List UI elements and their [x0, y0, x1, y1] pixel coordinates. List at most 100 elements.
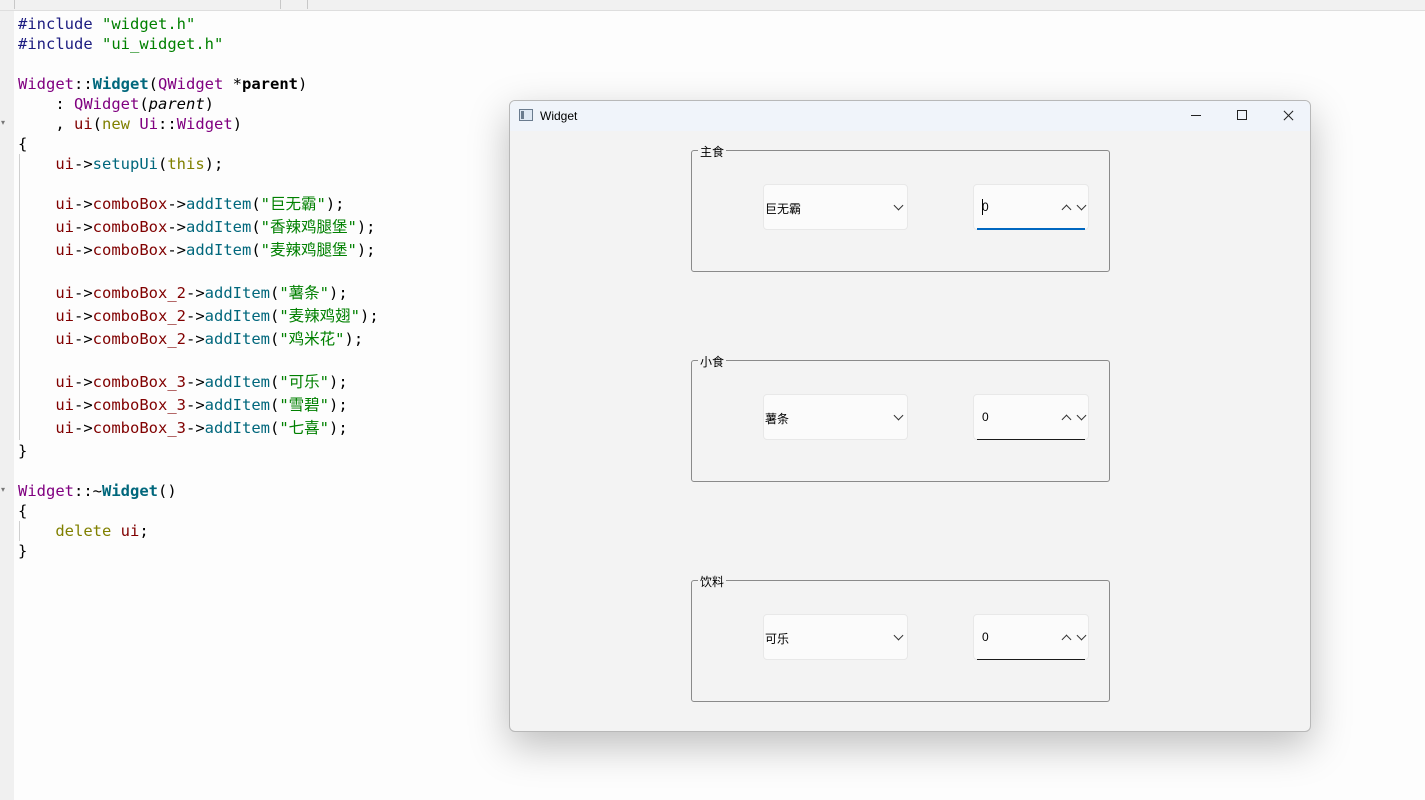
code-token: :	[18, 95, 74, 113]
code-token: comboBox	[92, 218, 168, 236]
code-token: (	[270, 373, 280, 391]
code-token: new	[102, 115, 131, 133]
code-token: ui	[55, 195, 74, 213]
code-line: {	[18, 134, 27, 154]
tab-divider	[14, 0, 15, 9]
group-title: 饮料	[698, 573, 727, 590]
code-token: ui	[55, 241, 74, 259]
code-line: {	[18, 501, 27, 521]
code-token: Widget	[176, 115, 233, 133]
code-token: #include	[18, 35, 102, 53]
group-drink: 饮料 可乐 0	[691, 573, 1110, 702]
code-token: );	[204, 155, 224, 173]
code-token: "widget.h"	[102, 15, 196, 33]
code-token: addItem	[204, 396, 270, 414]
code-token: );	[344, 330, 364, 348]
spin-value: 0	[982, 630, 989, 644]
code-line: #include "ui_widget.h"	[18, 34, 223, 54]
group-staple-food: 主食 巨无霸 0	[691, 143, 1110, 272]
code-token: )	[232, 115, 243, 133]
window-titlebar[interactable]: Widget	[510, 101, 1310, 131]
code-token: "香辣鸡腿堡"	[260, 218, 357, 236]
code-token: ::	[74, 75, 93, 93]
code-token: ->	[74, 307, 93, 325]
code-token: );	[356, 218, 376, 236]
focus-underline	[977, 228, 1085, 230]
text-caret	[982, 199, 983, 215]
code-token: );	[329, 284, 348, 302]
fold-marker-icon[interactable]: ▾	[1, 485, 5, 494]
code-token: *	[223, 75, 243, 93]
chevron-up-icon[interactable]	[1061, 204, 1072, 215]
code-token: addItem	[186, 195, 252, 213]
code-token: ::~	[74, 482, 102, 500]
code-line: ui->comboBox_3->addItem("七喜");	[18, 418, 348, 438]
code-token: Widget	[18, 482, 74, 500]
close-button[interactable]	[1265, 101, 1310, 131]
code-token: )	[298, 75, 308, 93]
code-token: comboBox_2	[92, 330, 186, 348]
code-token: parent	[148, 95, 205, 113]
code-token: (	[251, 241, 261, 259]
code-token: "鸡米花"	[279, 330, 345, 348]
group-title: 小食	[698, 353, 727, 370]
code-token: );	[329, 419, 348, 437]
chevron-down-icon[interactable]	[1076, 630, 1087, 641]
spin-box-staple[interactable]: 0	[973, 184, 1089, 230]
combo-box-staple[interactable]: 巨无霸	[763, 184, 908, 230]
code-line: ui->comboBox_2->addItem("薯条");	[18, 283, 348, 303]
code-token: comboBox_2	[92, 307, 186, 325]
maximize-button[interactable]	[1219, 101, 1265, 131]
code-token: );	[329, 373, 348, 391]
combo-box-snack[interactable]: 薯条	[763, 394, 908, 440]
code-token: parent	[242, 75, 299, 93]
code-token: "麦辣鸡腿堡"	[260, 241, 357, 259]
code-token: Widget	[18, 75, 74, 93]
code-line: ui->comboBox_3->addItem("雪碧");	[18, 395, 347, 415]
code-token: ->	[74, 419, 93, 437]
spin-box-drink[interactable]: 0	[973, 614, 1089, 660]
code-token: this	[167, 155, 205, 173]
minimize-button[interactable]	[1173, 101, 1219, 131]
code-token: {	[18, 135, 28, 153]
code-token: (	[270, 307, 280, 325]
combo-value: 巨无霸	[765, 202, 802, 216]
code-token: );	[356, 241, 376, 259]
code-token: comboBox	[92, 241, 168, 259]
code-line: ui->setupUi(this);	[18, 154, 223, 174]
spin-value: 0	[982, 200, 989, 214]
code-token: (	[270, 396, 280, 414]
code-token: Widget	[92, 75, 149, 93]
code-token: ;	[139, 522, 149, 540]
chevron-up-icon[interactable]	[1061, 634, 1072, 645]
chevron-down-icon	[893, 200, 904, 211]
code-token: ->	[186, 373, 205, 391]
code-token: addItem	[204, 330, 270, 348]
tab-divider	[307, 0, 308, 9]
code-token: {	[18, 502, 28, 520]
code-token: (	[251, 218, 261, 236]
spin-box-snack[interactable]: 0	[973, 394, 1089, 440]
code-token: ->	[167, 241, 186, 259]
code-token: ui	[55, 307, 74, 325]
combo-box-drink[interactable]: 可乐	[763, 614, 908, 660]
chevron-down-icon[interactable]	[1076, 200, 1087, 211]
group-snack: 小食 薯条 0	[691, 353, 1110, 482]
code-token: comboBox_3	[92, 419, 186, 437]
code-token: ->	[186, 284, 205, 302]
fold-marker-icon[interactable]: ▾	[1, 118, 5, 127]
code-token: ->	[186, 330, 205, 348]
code-token: (	[139, 95, 149, 113]
code-token: ->	[167, 218, 186, 236]
widget-window: Widget 主食 巨无霸 0 小食 薯条 0 饮料 可乐 0	[509, 100, 1311, 732]
code-token: ui	[55, 396, 74, 414]
chevron-down-icon[interactable]	[1076, 410, 1087, 421]
code-token: ui	[55, 419, 74, 437]
chevron-up-icon[interactable]	[1061, 414, 1072, 425]
